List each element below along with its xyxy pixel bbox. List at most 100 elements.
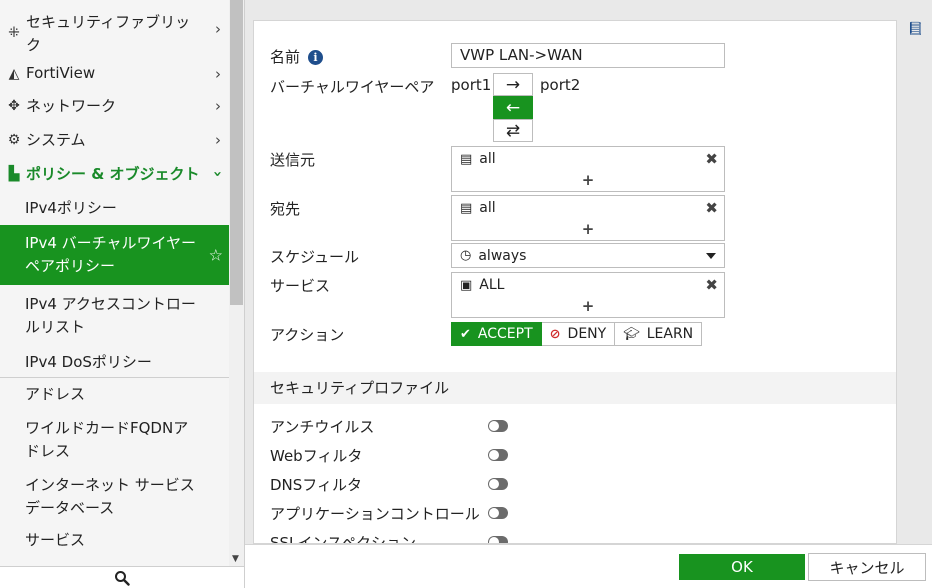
action-accept-button[interactable]: ✔ ACCEPT xyxy=(451,322,542,346)
vwp-direction-left-button[interactable]: ← xyxy=(493,96,533,119)
add-source-button[interactable]: + xyxy=(452,171,724,189)
sidebar-item-label: サービス xyxy=(25,530,86,549)
webfilter-label: Webフィルタ xyxy=(270,447,363,465)
antivirus-toggle[interactable] xyxy=(488,420,508,432)
sidebar-item-services[interactable]: サービス xyxy=(0,525,229,555)
star-icon[interactable]: ☆ xyxy=(209,244,223,267)
sidebar-item-label: IPv4 バーチャルワイヤーペアポリシー xyxy=(25,234,197,275)
sidebar-item-label: ワイルドカードFQDNアドレス xyxy=(25,418,189,460)
book-icon[interactable]: 📘︎ xyxy=(907,22,924,37)
action-deny-button[interactable]: ⊘ DENY xyxy=(541,322,616,346)
destination-label: 宛先 xyxy=(270,200,301,218)
ssl-inspection-row: SSLインスペクション xyxy=(270,532,416,543)
sidebar-item-ipv4-vwp-policy[interactable]: IPv4 バーチャルワイヤーペアポリシー ☆ xyxy=(0,225,229,285)
chevron-right-icon: › xyxy=(215,131,221,149)
remove-source-icon[interactable]: ✖ xyxy=(705,150,718,168)
antivirus-row: アンチウイルス xyxy=(270,416,374,437)
sidebar-item-network[interactable]: ✥ ネットワーク › xyxy=(0,89,229,123)
vwp-direction-both-button[interactable]: ⇄ xyxy=(493,119,533,142)
destination-field[interactable]: ▤ all ✖ + xyxy=(451,195,725,241)
scrollbar-thumb[interactable] xyxy=(230,0,243,305)
action-button-group: ✔ ACCEPT ⊘ DENY 🎓︎ LEARN xyxy=(451,322,703,346)
security-profiles-header: セキュリティプロファイル xyxy=(254,372,896,404)
service-field[interactable]: ▣ ALL ✖ + xyxy=(451,272,725,318)
main-content: 名前 i VWP LAN->WAN バーチャルワイヤーペア port1 → ← ⇄… xyxy=(245,0,932,588)
dropdown-caret-icon xyxy=(706,253,716,259)
schedule-select[interactable]: ◷ always xyxy=(451,243,725,268)
sidebar-item-wildcard-fqdn[interactable]: ワイルドカードFQDNアドレス xyxy=(0,411,229,468)
network-icon: ✥ xyxy=(8,98,20,114)
add-service-button[interactable]: + xyxy=(452,297,724,315)
ssl-inspection-toggle[interactable] xyxy=(488,536,508,543)
sidebar-item-ipv4-dos[interactable]: IPv4 DoSポリシー xyxy=(0,347,229,377)
sidebar-item-label: IPv4 アクセスコントロールリスト xyxy=(25,295,196,336)
dnsfilter-row: DNSフィルタ xyxy=(270,474,362,495)
name-input[interactable]: VWP LAN->WAN xyxy=(451,43,725,68)
cancel-button[interactable]: キャンセル xyxy=(808,553,926,581)
scroll-down-arrow-icon[interactable]: ▼ xyxy=(232,554,239,564)
service-value: ALL xyxy=(479,277,505,293)
sidebar-item-security-fabric[interactable]: ⁜ セキュリティファブリック › xyxy=(0,0,229,58)
destination-value: all xyxy=(479,200,496,216)
form-footer: OK キャンセル xyxy=(245,544,932,588)
sidebar-item-internet-service-db[interactable]: インターネット サービスデータベース xyxy=(0,468,229,525)
vwp-label: バーチャルワイヤーペア xyxy=(270,78,435,96)
app-control-toggle[interactable] xyxy=(488,507,508,519)
sidebar-item-fortiview[interactable]: ◭ FortiView › xyxy=(0,58,229,89)
source-entry: ▤ all xyxy=(460,151,496,167)
add-destination-button[interactable]: + xyxy=(452,220,724,238)
action-deny-label: DENY xyxy=(567,326,607,342)
ok-button[interactable]: OK xyxy=(679,554,805,580)
chevron-right-icon: › xyxy=(215,97,221,115)
sidebar-item-label: ネットワーク xyxy=(26,96,117,115)
sidebar-item-ipv4-acl[interactable]: IPv4 アクセスコントロールリスト xyxy=(0,285,229,347)
address-object-icon: ▤ xyxy=(460,200,473,216)
sidebar-item-ipv4-policy[interactable]: IPv4ポリシー xyxy=(0,191,229,225)
sidebar-item-label: システム xyxy=(26,130,86,149)
sidebar-item-address[interactable]: アドレス xyxy=(0,378,229,411)
name-label: 名前 i xyxy=(270,46,324,67)
graduation-cap-icon: 🎓︎ xyxy=(623,326,640,342)
action-label: アクション xyxy=(270,326,345,344)
action-learn-button[interactable]: 🎓︎ LEARN xyxy=(615,322,703,346)
search-icon xyxy=(115,570,130,586)
sidebar: ⁜ セキュリティファブリック › ◭ FortiView › ✥ ネットワーク … xyxy=(0,0,245,588)
schedule-icon: ◷ xyxy=(460,248,472,263)
arrow-left-icon: ← xyxy=(505,97,521,118)
destination-entry: ▤ all xyxy=(460,200,496,216)
vwp-right-port: port2 xyxy=(540,76,581,94)
schedule-value: always xyxy=(478,247,527,264)
remove-service-icon[interactable]: ✖ xyxy=(705,276,718,294)
sidebar-item-label: インターネット サービスデータベース xyxy=(25,475,195,517)
source-field[interactable]: ▤ all ✖ + xyxy=(451,146,725,192)
info-icon[interactable]: i xyxy=(308,50,324,65)
sidebar-item-label: IPv4ポリシー xyxy=(25,198,117,217)
chevron-right-icon: › xyxy=(215,20,221,38)
sidebar-scrollbar[interactable]: ▼ xyxy=(229,0,244,566)
app-control-label: アプリケーションコントロール xyxy=(270,505,480,523)
service-label: サービス xyxy=(270,277,331,295)
check-icon: ✔ xyxy=(460,326,471,342)
security-fabric-icon: ⁜ xyxy=(8,25,20,41)
antivirus-label: アンチウイルス xyxy=(270,418,375,436)
dnsfilter-toggle[interactable] xyxy=(488,478,508,490)
action-learn-label: LEARN xyxy=(646,326,694,342)
gear-icon: ⚙ xyxy=(7,132,21,148)
webfilter-toggle[interactable] xyxy=(488,449,508,461)
sidebar-search-button[interactable] xyxy=(0,566,244,588)
address-object-icon: ▤ xyxy=(460,151,473,167)
sidebar-item-label: アドレス xyxy=(25,385,86,403)
dnsfilter-label: DNSフィルタ xyxy=(270,476,362,494)
remove-destination-icon[interactable]: ✖ xyxy=(705,199,718,217)
sidebar-item-system[interactable]: ⚙ システム › xyxy=(0,123,229,157)
policy-form: 名前 i VWP LAN->WAN バーチャルワイヤーペア port1 → ← ⇄… xyxy=(253,20,897,544)
source-label: 送信元 xyxy=(270,151,316,169)
sidebar-item-policy-objects[interactable]: ▙ ポリシー & オブジェクト › xyxy=(0,157,229,191)
service-object-icon: ▣ xyxy=(460,277,473,293)
sidebar-item-label: FortiView xyxy=(26,64,96,82)
deny-icon: ⊘ xyxy=(549,326,561,342)
vwp-direction-right-button[interactable]: → xyxy=(493,73,533,96)
vwp-left-port: port1 xyxy=(451,76,492,94)
fortiview-icon: ◭ xyxy=(8,65,20,82)
sidebar-item-label: ポリシー & オブジェクト xyxy=(26,164,200,183)
